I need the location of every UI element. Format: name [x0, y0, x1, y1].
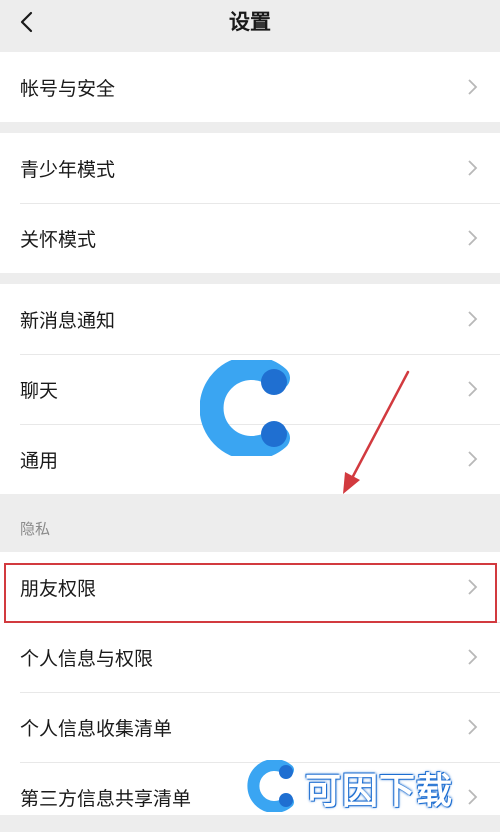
chevron-right-icon [468, 649, 478, 665]
chevron-right-icon [468, 160, 478, 176]
chevron-right-icon [468, 79, 478, 95]
settings-item-label: 聊天 [20, 379, 59, 402]
page-title: 设置 [229, 10, 271, 34]
settings-item-label: 帐号与安全 [20, 77, 116, 100]
settings-item-personal-info-permissions[interactable]: 个人信息与权限 [0, 622, 500, 692]
settings-item-chat[interactable]: 聊天 [0, 354, 500, 424]
settings-item-label: 通用 [20, 449, 59, 472]
settings-group-account: 帐号与安全 [0, 52, 500, 122]
settings-item-notifications[interactable]: 新消息通知 [0, 284, 500, 354]
chevron-right-icon [468, 311, 478, 327]
settings-item-label: 个人信息收集清单 [20, 717, 173, 740]
chevron-right-icon [468, 451, 478, 467]
settings-item-account-security[interactable]: 帐号与安全 [0, 52, 500, 122]
settings-item-personal-info-collection[interactable]: 个人信息收集清单 [0, 692, 500, 762]
settings-item-label: 个人信息与权限 [20, 647, 154, 670]
settings-item-label: 朋友权限 [20, 577, 97, 600]
settings-group-general: 新消息通知 聊天 通用 [0, 284, 500, 494]
settings-item-care-mode[interactable]: 关怀模式 [0, 203, 500, 273]
chevron-right-icon [468, 381, 478, 397]
chevron-left-icon [20, 11, 33, 33]
settings-item-label: 新消息通知 [20, 309, 116, 332]
nav-bar: 设置 [0, 0, 500, 48]
chevron-right-icon [468, 719, 478, 735]
chevron-right-icon [468, 230, 478, 246]
settings-item-friend-permissions[interactable]: 朋友权限 [0, 552, 500, 622]
back-button[interactable] [8, 4, 44, 40]
settings-group-modes: 青少年模式 关怀模式 [0, 133, 500, 273]
chevron-right-icon [468, 789, 478, 805]
settings-item-general[interactable]: 通用 [0, 424, 500, 494]
settings-item-label: 青少年模式 [20, 158, 116, 181]
settings-item-teen-mode[interactable]: 青少年模式 [0, 133, 500, 203]
settings-item-label: 第三方信息共享清单 [20, 787, 192, 810]
watermark-text: 可因下载 [305, 771, 454, 812]
settings-item-label: 关怀模式 [20, 228, 97, 251]
chevron-right-icon [468, 579, 478, 595]
section-label-privacy: 隐私 [20, 520, 51, 538]
